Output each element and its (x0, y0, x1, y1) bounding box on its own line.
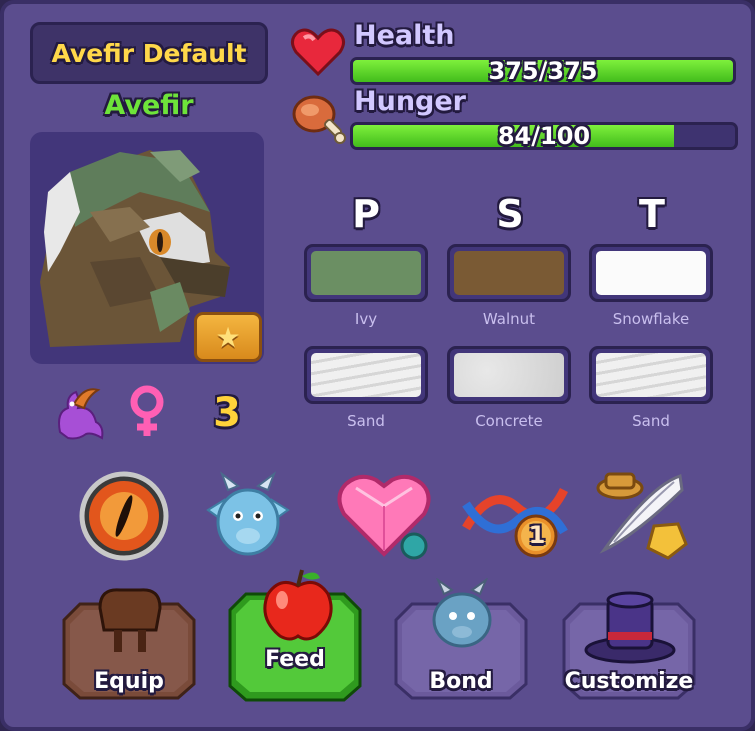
tertiary-color-fill (596, 251, 706, 295)
dna-badge-count: 1 (528, 521, 546, 549)
primary-texture-fill (311, 353, 421, 397)
favorite-star-button[interactable]: ★ (194, 312, 262, 362)
secondary-color-fill (454, 251, 564, 295)
dna-icon[interactable]: 1 (462, 474, 569, 570)
hunger-value: 84/100 (497, 122, 591, 150)
customize-button[interactable]: Customize (562, 591, 696, 700)
tertiary-texture-swatch[interactable] (589, 346, 713, 404)
pet-info-panel: Avefir Default Avefir ★ 3 Health 375/375… (0, 0, 755, 731)
pet-name-plate[interactable]: Avefir Default (30, 22, 268, 84)
meat-icon (288, 88, 350, 154)
equip-label: Equip (94, 669, 164, 694)
primary-color-swatch[interactable] (304, 244, 428, 302)
primary-texture-label: Sand (347, 412, 385, 430)
primary-color-fill (311, 251, 421, 295)
bond-label: Bond (429, 669, 493, 694)
bond-button[interactable]: Bond (394, 578, 528, 700)
hunger-bar: 84/100 (350, 122, 738, 150)
hunger-label: Hunger (354, 86, 466, 117)
primary-texture-swatch[interactable] (304, 346, 428, 404)
pet-species: Avefir (104, 90, 194, 121)
health-value: 375/375 (488, 57, 598, 85)
eye-icon[interactable] (76, 468, 172, 564)
saddle-icon (98, 588, 162, 652)
secondary-texture-fill (454, 353, 564, 397)
feed-button[interactable]: Feed (228, 569, 362, 702)
tertiary-color-swatch[interactable] (589, 244, 713, 302)
primary-color-label: Ivy (354, 310, 378, 328)
feed-label: Feed (265, 647, 325, 672)
female-icon (124, 384, 170, 440)
heart-gem-icon[interactable] (334, 466, 431, 562)
tertiary-texture-label: Sand (632, 412, 670, 430)
health-bar: 375/375 (350, 57, 736, 85)
secondary-color-swatch[interactable] (447, 244, 571, 302)
star-icon: ★ (215, 320, 241, 354)
trait-header-tertiary: T (639, 192, 665, 236)
pet-display-name: Avefir Default (51, 38, 247, 68)
secondary-texture-label: Concrete (475, 412, 543, 430)
pet-level: 3 (213, 390, 241, 436)
quill-hat-icon[interactable] (590, 466, 688, 562)
health-label: Health (354, 20, 455, 51)
trait-header-secondary: S (496, 192, 524, 236)
secondary-color-label: Walnut (482, 310, 536, 328)
top-hat-icon (584, 591, 676, 664)
trait-header-primary: P (352, 192, 380, 236)
tertiary-texture-fill (596, 353, 706, 397)
heart-icon (290, 26, 346, 82)
baby-dragon-icon[interactable] (200, 470, 296, 566)
bond-dragon-icon (432, 578, 492, 648)
customize-label: Customize (564, 669, 694, 694)
equip-button[interactable]: Equip (62, 588, 196, 700)
secondary-texture-swatch[interactable] (447, 346, 571, 404)
apple-icon (263, 569, 333, 641)
tertiary-color-label: Snowflake (612, 310, 690, 328)
dragon-icon (48, 382, 108, 444)
